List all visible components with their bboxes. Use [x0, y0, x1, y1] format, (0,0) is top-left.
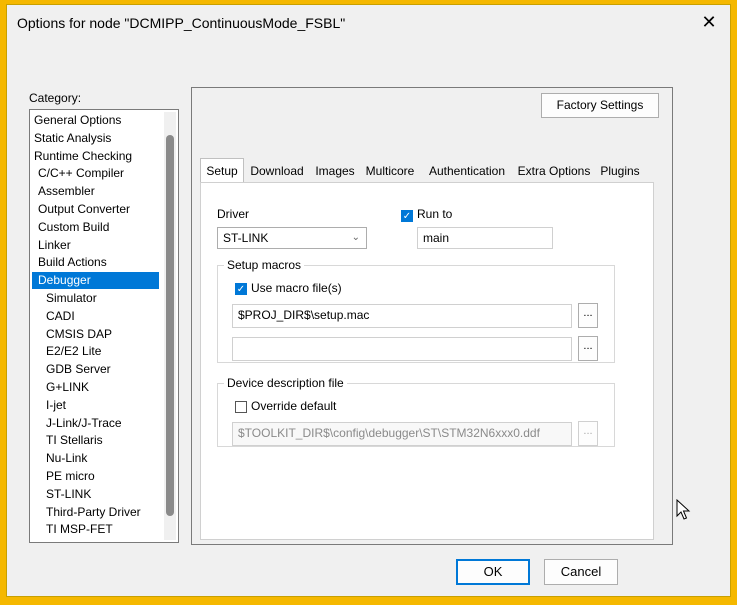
tab-images[interactable]: Images: [310, 160, 360, 182]
category-scrollbar[interactable]: [164, 112, 176, 540]
category-item[interactable]: Nu-Link: [32, 450, 159, 467]
tab-download[interactable]: Download: [246, 160, 308, 182]
category-item[interactable]: GDB Server: [32, 361, 159, 378]
driver-select-value: ST-LINK: [223, 231, 269, 245]
driver-select[interactable]: ST-LINK ⌄: [217, 227, 367, 249]
use-macro-checkbox[interactable]: ✓: [235, 283, 247, 295]
category-item[interactable]: Simulator: [32, 290, 159, 307]
category-item[interactable]: Third-Party Driver: [32, 504, 159, 521]
browse-device-description-button: ...: [578, 421, 598, 446]
run-to-checkbox[interactable]: ✓: [401, 210, 413, 222]
chevron-down-icon: ⌄: [351, 232, 360, 243]
setup-tab-page: Driver ST-LINK ⌄ ✓ Run to main Setup mac…: [200, 182, 654, 540]
browse-macro-2-button[interactable]: ...: [578, 336, 598, 361]
category-item[interactable]: Assembler: [32, 183, 159, 200]
category-item[interactable]: Custom Build: [32, 219, 159, 236]
mouse-cursor-icon: [676, 499, 691, 520]
tab-multicore[interactable]: Multicore: [362, 160, 418, 182]
category-item[interactable]: Linker: [32, 237, 159, 254]
override-default-checkbox[interactable]: [235, 401, 247, 413]
macro-file-1-field[interactable]: $PROJ_DIR$\setup.mac: [232, 304, 572, 328]
category-item[interactable]: E2/E2 Lite: [32, 343, 159, 360]
category-item[interactable]: CADI: [32, 308, 159, 325]
factory-settings-button[interactable]: Factory Settings: [541, 93, 659, 118]
category-item[interactable]: CMSIS DAP: [32, 326, 159, 343]
setup-macros-group: Setup macros ✓ Use macro file(s) $PROJ_D…: [217, 258, 615, 363]
tab-setup[interactable]: Setup: [200, 158, 244, 184]
tab-plugins[interactable]: Plugins: [596, 160, 644, 182]
device-description-field: $TOOLKIT_DIR$\config\debugger\ST\STM32N6…: [232, 422, 572, 446]
close-icon[interactable]: ✕: [694, 9, 724, 35]
category-item[interactable]: TI Stellaris: [32, 432, 159, 449]
category-item[interactable]: Runtime Checking: [32, 148, 159, 165]
macro-file-2-field[interactable]: [232, 337, 572, 361]
category-item[interactable]: Debugger: [32, 272, 159, 290]
category-item[interactable]: Build Actions: [32, 254, 159, 271]
tab-extra-options[interactable]: Extra Options: [514, 160, 594, 182]
cancel-button[interactable]: Cancel: [544, 559, 618, 585]
category-item[interactable]: C/C++ Compiler: [32, 165, 159, 182]
override-default-label: Override default: [251, 399, 337, 413]
run-to-field[interactable]: main: [417, 227, 553, 249]
device-description-title: Device description file: [224, 376, 347, 390]
options-dialog: Options for node "DCMIPP_ContinuousMode_…: [6, 4, 731, 597]
category-list[interactable]: General Options Static Analysis Runtime Ch…: [29, 109, 179, 543]
ok-button[interactable]: OK: [456, 559, 530, 585]
scrollbar-thumb[interactable]: [166, 135, 174, 516]
category-item[interactable]: Static Analysis: [32, 130, 159, 147]
category-item[interactable]: General Options: [32, 112, 159, 129]
category-item[interactable]: PE micro: [32, 468, 159, 485]
category-label: Category:: [29, 91, 82, 105]
run-to-label: Run to: [417, 207, 453, 221]
dialog-title: Options for node "DCMIPP_ContinuousMode_…: [17, 15, 346, 31]
category-item[interactable]: ST-LINK: [32, 486, 159, 503]
setup-macros-title: Setup macros: [224, 258, 305, 272]
category-item[interactable]: Output Converter: [32, 201, 159, 218]
driver-label: Driver: [217, 207, 249, 221]
title-bar: Options for node "DCMIPP_ContinuousMode_…: [7, 5, 730, 41]
use-macro-label: Use macro file(s): [251, 281, 342, 295]
category-item[interactable]: TI MSP-FET: [32, 521, 159, 538]
options-panel: Factory Settings Setup Download Images M…: [191, 87, 673, 545]
tab-authentication[interactable]: Authentication: [422, 160, 512, 182]
category-item[interactable]: J-Link/J-Trace: [32, 415, 159, 432]
category-item[interactable]: G+LINK: [32, 379, 159, 396]
browse-macro-1-button[interactable]: ...: [578, 303, 598, 328]
device-description-group: Device description file Override default…: [217, 376, 615, 447]
category-item[interactable]: I-jet: [32, 397, 159, 414]
